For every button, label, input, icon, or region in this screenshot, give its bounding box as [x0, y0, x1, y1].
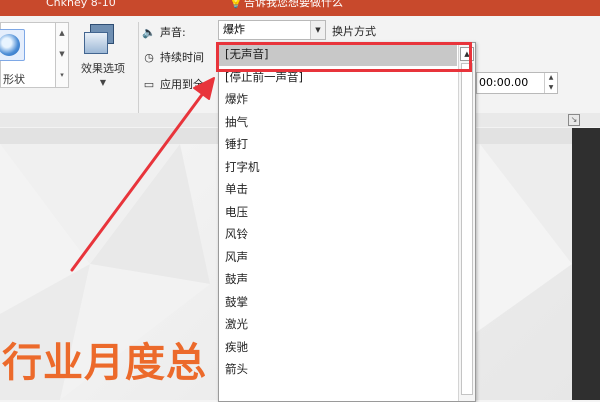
- shape-transition-thumbnail[interactable]: [0, 29, 25, 61]
- transition-gallery[interactable]: 形状: [0, 22, 56, 88]
- sound-option[interactable]: 鼓掌: [219, 291, 457, 314]
- sound-option[interactable]: 疾驰: [219, 336, 457, 359]
- speaker-icon: 🔈: [142, 26, 156, 39]
- effect-options-icon: [84, 24, 114, 54]
- sound-option[interactable]: 单击: [219, 178, 457, 201]
- scrollbar-thumb[interactable]: [461, 63, 473, 395]
- sound-option[interactable]: 鼓声: [219, 268, 457, 291]
- gallery-more-icon[interactable]: ▾: [56, 65, 68, 86]
- pane-edge: [572, 128, 600, 400]
- dropdown-scrollbar[interactable]: ▲: [458, 43, 475, 401]
- clock-icon: ◷: [144, 51, 154, 64]
- sound-option[interactable]: 电压: [219, 201, 457, 224]
- duration-row: ◷ 持续时间: [142, 49, 204, 65]
- apply-all-button[interactable]: ▭ 应用到全: [142, 76, 204, 92]
- window-title: Chkney 8-10: [46, 0, 116, 9]
- dialog-launcher-icon[interactable]: ↘: [568, 114, 580, 126]
- time-spinner[interactable]: ▲ ▼: [544, 73, 557, 93]
- effect-options-button[interactable]: 效果选项 ▼: [72, 20, 134, 96]
- sound-option[interactable]: 爆炸: [219, 88, 457, 111]
- chevron-down-icon: ▼: [99, 78, 107, 87]
- slide-title[interactable]: 行业月度总: [2, 330, 207, 388]
- switch-mode-label: 换片方式: [332, 25, 376, 38]
- sound-row: 🔈 声音:: [142, 24, 186, 40]
- chevron-down-icon[interactable]: ▼: [310, 21, 325, 39]
- apply-all-icon: ▭: [143, 78, 155, 91]
- gallery-scroll-down-icon[interactable]: ▼: [56, 44, 68, 65]
- lightbulb-icon[interactable]: 💡: [229, 0, 243, 9]
- group-divider: [138, 22, 139, 118]
- sound-option[interactable]: 锤打: [219, 133, 457, 156]
- sound-combobox[interactable]: 爆炸 ▼: [218, 20, 326, 40]
- apply-all-label: 应用到全: [160, 78, 204, 91]
- gallery-scroll-up-icon[interactable]: ▲: [56, 23, 68, 44]
- sound-option[interactable]: 抽气: [219, 111, 457, 134]
- advance-time-input[interactable]: 00:00.00 ▲ ▼: [476, 72, 558, 94]
- highlight-box: [216, 42, 472, 72]
- sound-option[interactable]: 激光: [219, 313, 457, 336]
- sound-dropdown-list[interactable]: [无声音] [停止前一声音] 爆炸 抽气 锤打 打字机 单击 电压 风铃 风声 鼓声 鼓掌 激光 疾驰 箭头…: [218, 42, 476, 402]
- title-bar: Chkney 8-10 💡 告诉我您想要做什么: [0, 0, 600, 16]
- sound-option[interactable]: 打字机: [219, 156, 457, 179]
- sound-option[interactable]: 风声: [219, 246, 457, 269]
- advance-time-value: 00:00.00: [479, 76, 529, 89]
- sound-option[interactable]: 风铃: [219, 223, 457, 246]
- sound-option[interactable]: 箭头: [219, 358, 457, 381]
- sound-combobox-value: 爆炸: [223, 23, 245, 36]
- tell-me-box[interactable]: 告诉我您想要做什么: [244, 0, 343, 9]
- effect-options-label: 效果选项: [81, 62, 125, 75]
- gallery-scrollbar[interactable]: ▲ ▼ ▾: [55, 22, 69, 88]
- sound-label: 声音:: [160, 26, 186, 39]
- gallery-item-label: 形状: [3, 73, 25, 86]
- sound-options: [无声音] [停止前一声音] 爆炸 抽气 锤打 打字机 单击 电压 风铃 风声 鼓声 鼓掌 激光 疾驰 箭头: [219, 43, 457, 381]
- duration-label: 持续时间: [160, 51, 204, 64]
